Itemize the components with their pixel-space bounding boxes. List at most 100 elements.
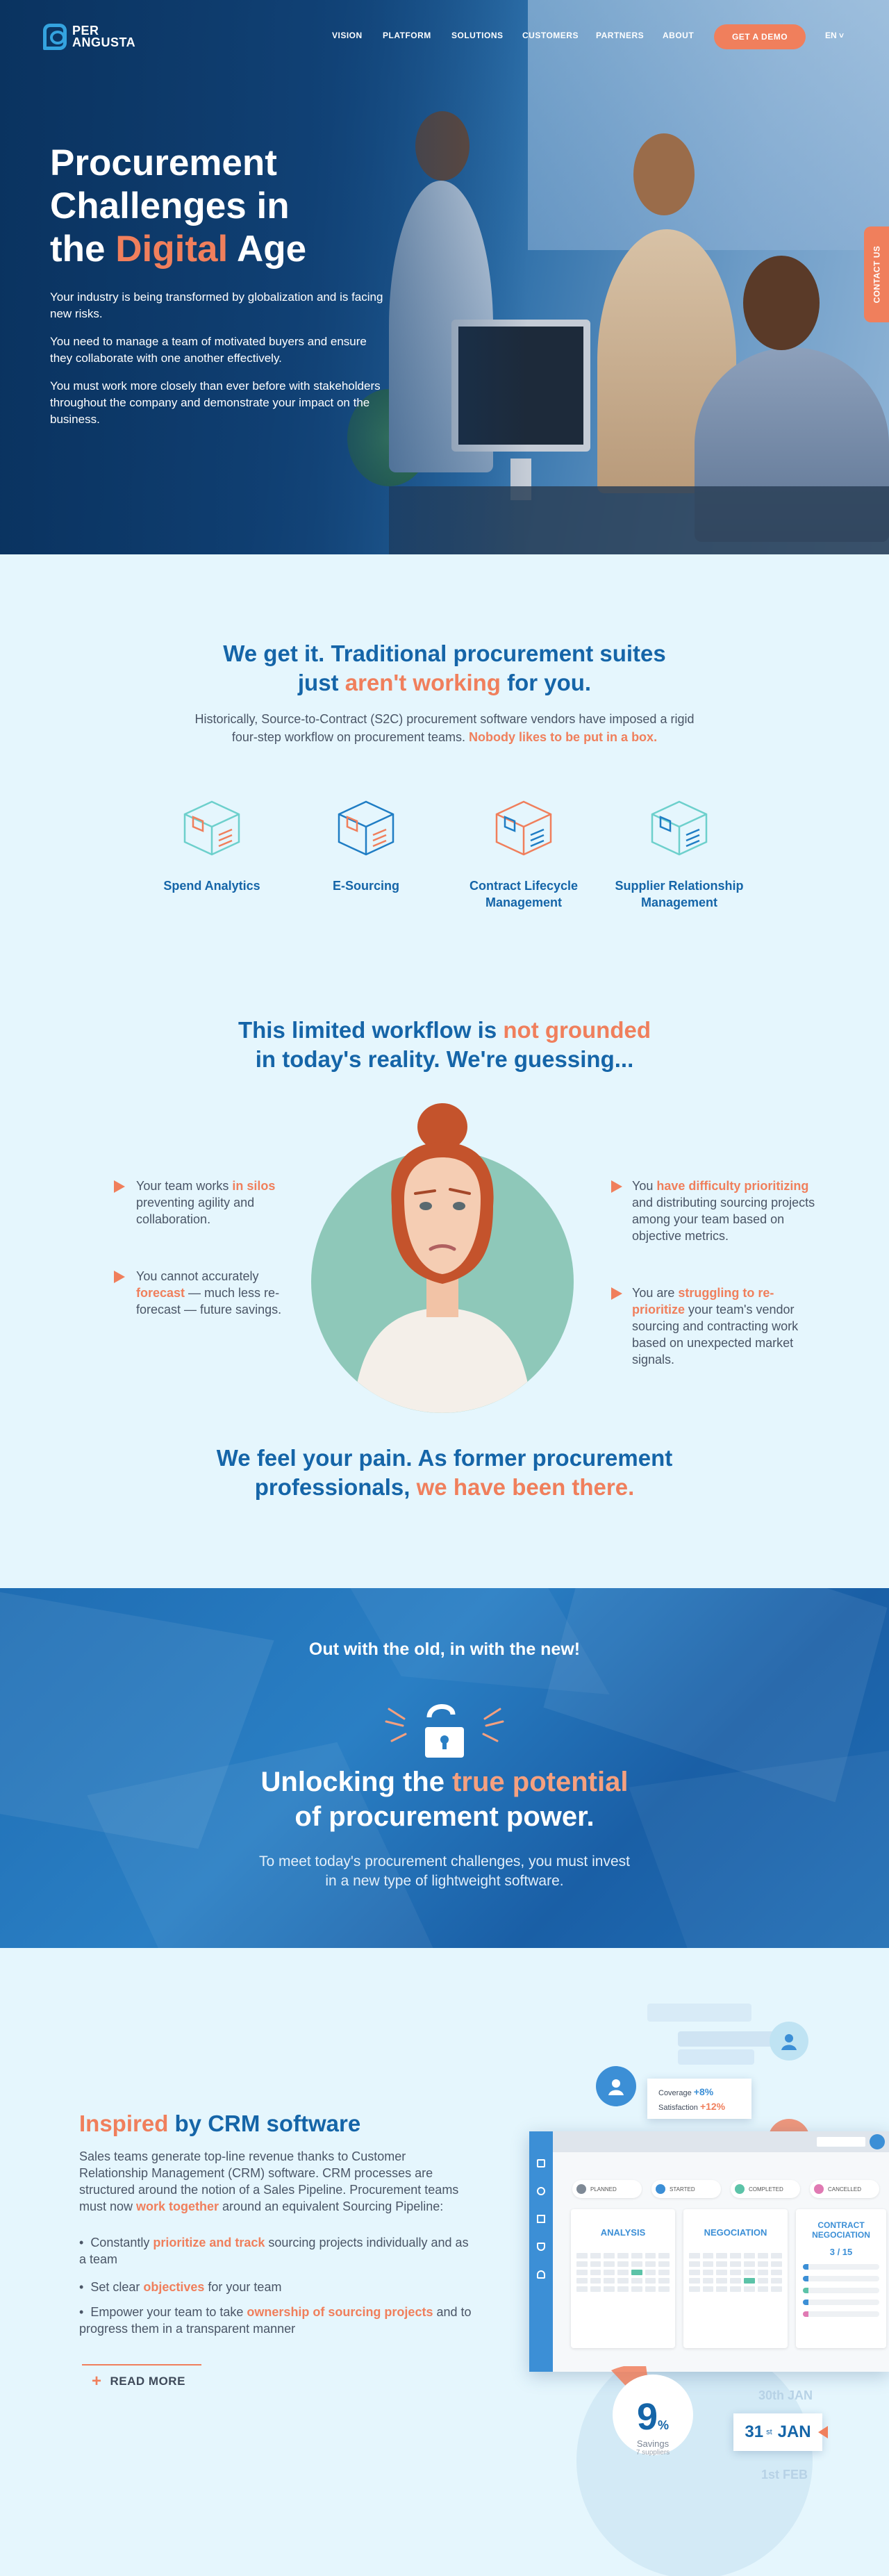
crm-heading: Inspired by CRM software bbox=[79, 2111, 360, 2137]
coverage-label: Coverage bbox=[658, 2089, 692, 2097]
calendar-grid bbox=[689, 2253, 782, 2292]
nav-item-vision[interactable]: VISION bbox=[332, 31, 363, 40]
satisfaction-value: +12% bbox=[699, 2101, 726, 2112]
pain-heading-highlight: we have been there. bbox=[416, 1474, 635, 1500]
savings-subtext: 7 suppliers bbox=[635, 2449, 670, 2457]
crm-heading-highlight: Inspired bbox=[79, 2111, 169, 2136]
unlock-heading: Unlocking the true potential of procurem… bbox=[0, 1765, 889, 1834]
language-selector[interactable]: EN ˅ bbox=[825, 31, 844, 40]
guessing-heading-highlight: not grounded bbox=[503, 1017, 651, 1043]
pain-point-text: and distributing sourcing projects among… bbox=[632, 1196, 815, 1243]
hero-title-highlight: Digital bbox=[115, 229, 229, 270]
savings-stat: 9% Savings 7 suppliers bbox=[617, 2395, 689, 2457]
read-more-button[interactable]: + READ MORE bbox=[82, 2364, 201, 2397]
contact-us-label: CONTACT US bbox=[872, 245, 881, 304]
pain-heading: We feel your pain. As former procurement… bbox=[0, 1444, 889, 1502]
guessing-heading-line-1: This limited workflow is bbox=[238, 1017, 504, 1043]
thinking-woman-image bbox=[353, 1103, 532, 1413]
feature-label-line-1: Supplier Relationship bbox=[615, 879, 744, 893]
box-icon bbox=[183, 800, 240, 856]
pain-heading-line-1: We feel your pain. As former procurement bbox=[216, 1445, 673, 1471]
app-topbar bbox=[553, 2131, 889, 2152]
pain-heading-line-2: professionals, bbox=[254, 1474, 417, 1500]
savings-unit: % bbox=[658, 2418, 670, 2432]
calendar-grid bbox=[576, 2253, 670, 2292]
intro-heading-line-1: We get it. Traditional procurement suite… bbox=[223, 641, 666, 666]
hero-title-line-2: Challenges in bbox=[50, 185, 290, 226]
satisfaction-label: Satisfaction bbox=[658, 2104, 698, 2112]
unlock-heading-highlight: true potential bbox=[452, 1767, 629, 1797]
crm-list-text: Constantly bbox=[90, 2236, 153, 2249]
date-day: 31 bbox=[745, 2422, 764, 2441]
metrics-card: Coverage +8% Satisfaction +12% bbox=[647, 2079, 751, 2119]
feature-label: E-Sourcing bbox=[332, 879, 399, 893]
arrow-bullet-icon bbox=[611, 1287, 622, 1300]
intro-heading-highlight: aren't working bbox=[344, 670, 501, 695]
crm-list-highlight: objectives bbox=[143, 2280, 205, 2294]
get-demo-button[interactable]: GET A DEMO bbox=[714, 24, 806, 49]
pain-point-prioritizing: You have difficulty prioritizing and dis… bbox=[632, 1178, 826, 1244]
card-contract-negociation: CONTRACT NEGOCIATION 3 / 15 bbox=[796, 2209, 886, 2348]
crm-list-item: • Constantly prioritize and track sourci… bbox=[79, 2236, 469, 2266]
hero-paragraph-2: You need to manage a team of motivated b… bbox=[50, 335, 367, 365]
nav-item-customers[interactable]: CUSTOMERS bbox=[522, 31, 579, 40]
crm-list-text: for your team bbox=[204, 2280, 282, 2294]
logo-mark-icon bbox=[43, 24, 67, 50]
bell-icon bbox=[537, 2270, 545, 2279]
user-avatar-icon bbox=[596, 2066, 636, 2106]
pain-point-text: preventing agility and collaboration. bbox=[136, 1196, 255, 1226]
card-title: NEGOCIATION bbox=[704, 2227, 767, 2238]
feature-spend-analytics: Spend Analytics bbox=[142, 799, 281, 894]
arrow-bullet-icon bbox=[114, 1180, 125, 1193]
feature-e-sourcing: E-Sourcing bbox=[297, 799, 435, 894]
pain-point-reprioritize: You are struggling to re-prioritize your… bbox=[632, 1285, 826, 1368]
hero-title-line-1: Procurement bbox=[50, 142, 277, 183]
home-icon bbox=[537, 2159, 545, 2168]
pain-point-text: Your team works bbox=[136, 1179, 233, 1193]
crm-list-text: Empower your team to take bbox=[90, 2305, 247, 2319]
nav-item-about[interactable]: ABOUT bbox=[663, 31, 694, 40]
hero-overlay bbox=[0, 0, 528, 554]
stage-cancelled: CANCELLED bbox=[810, 2180, 879, 2198]
contact-us-tab[interactable]: CONTACT US bbox=[864, 226, 889, 322]
unlock-paragraph: To meet today's procurement challenges, … bbox=[0, 1852, 889, 1891]
app-search-input[interactable] bbox=[817, 2137, 865, 2147]
arrow-bullet-icon bbox=[114, 1271, 125, 1283]
card-negociation: NEGOCIATION bbox=[683, 2209, 788, 2348]
folder-icon bbox=[537, 2243, 545, 2251]
nav-item-partners[interactable]: PARTNERS bbox=[596, 31, 644, 40]
pain-point-text: You are bbox=[632, 1286, 679, 1300]
unlock-heading-line-1: Unlocking the bbox=[260, 1767, 453, 1797]
app-sidebar bbox=[529, 2131, 553, 2372]
unlock-paragraph-line-2: in a new type of lightweight software. bbox=[325, 1873, 564, 1889]
crm-heading-text: by CRM software bbox=[168, 2111, 361, 2136]
crm-paragraph-end: around an equivalent Sourcing Pipeline: bbox=[219, 2199, 444, 2213]
app-user-avatar[interactable] bbox=[870, 2134, 885, 2149]
pain-point-highlight: in silos bbox=[232, 1179, 276, 1193]
user-avatar-icon bbox=[770, 2022, 808, 2061]
intro-heading-line-2a: just bbox=[297, 670, 345, 695]
stage-started: STARTED bbox=[651, 2180, 721, 2198]
box-icon bbox=[651, 800, 708, 856]
app-mockup-window: PLANNED STARTED COMPLETED CANCELLED ANAL… bbox=[529, 2131, 889, 2372]
nav-item-solutions[interactable]: SOLUTIONS bbox=[451, 31, 504, 40]
logo[interactable]: PER ANGUSTA bbox=[43, 24, 135, 50]
hero-title: Procurement Challenges in the Digital Ag… bbox=[50, 142, 439, 271]
crm-list-highlight: ownership of sourcing projects bbox=[247, 2305, 433, 2319]
contract-count: 3 / 15 bbox=[829, 2247, 853, 2257]
feature-supplier-relationship: Supplier Relationship Management bbox=[610, 799, 749, 911]
intro-heading: We get it. Traditional procurement suite… bbox=[0, 639, 889, 697]
top-navigation: PER ANGUSTA VISION PLATFORM SOLUTIONS CU… bbox=[0, 0, 889, 69]
nav-item-platform[interactable]: PLATFORM bbox=[383, 31, 431, 40]
crm-paragraph: Sales teams generate top-line revenue th… bbox=[79, 2148, 475, 2215]
intro-paragraph-line-2: four-step workflow on procurement teams. bbox=[231, 730, 470, 744]
hero-paragraph-3: You must work more closely than ever bef… bbox=[50, 379, 381, 426]
crm-list-item: • Set clear objectives for your team bbox=[79, 2280, 282, 2294]
document-icon bbox=[537, 2215, 545, 2223]
pain-point-forecast: You cannot accurately forecast — much le… bbox=[136, 1268, 282, 1318]
plus-icon: + bbox=[92, 2372, 102, 2391]
pain-point-highlight: have difficulty prioritizing bbox=[656, 1179, 809, 1193]
intro-heading-line-2c: for you. bbox=[500, 670, 592, 695]
savings-value: 9 bbox=[636, 2396, 658, 2438]
feature-label-line-1: Contract Lifecycle bbox=[469, 879, 579, 893]
